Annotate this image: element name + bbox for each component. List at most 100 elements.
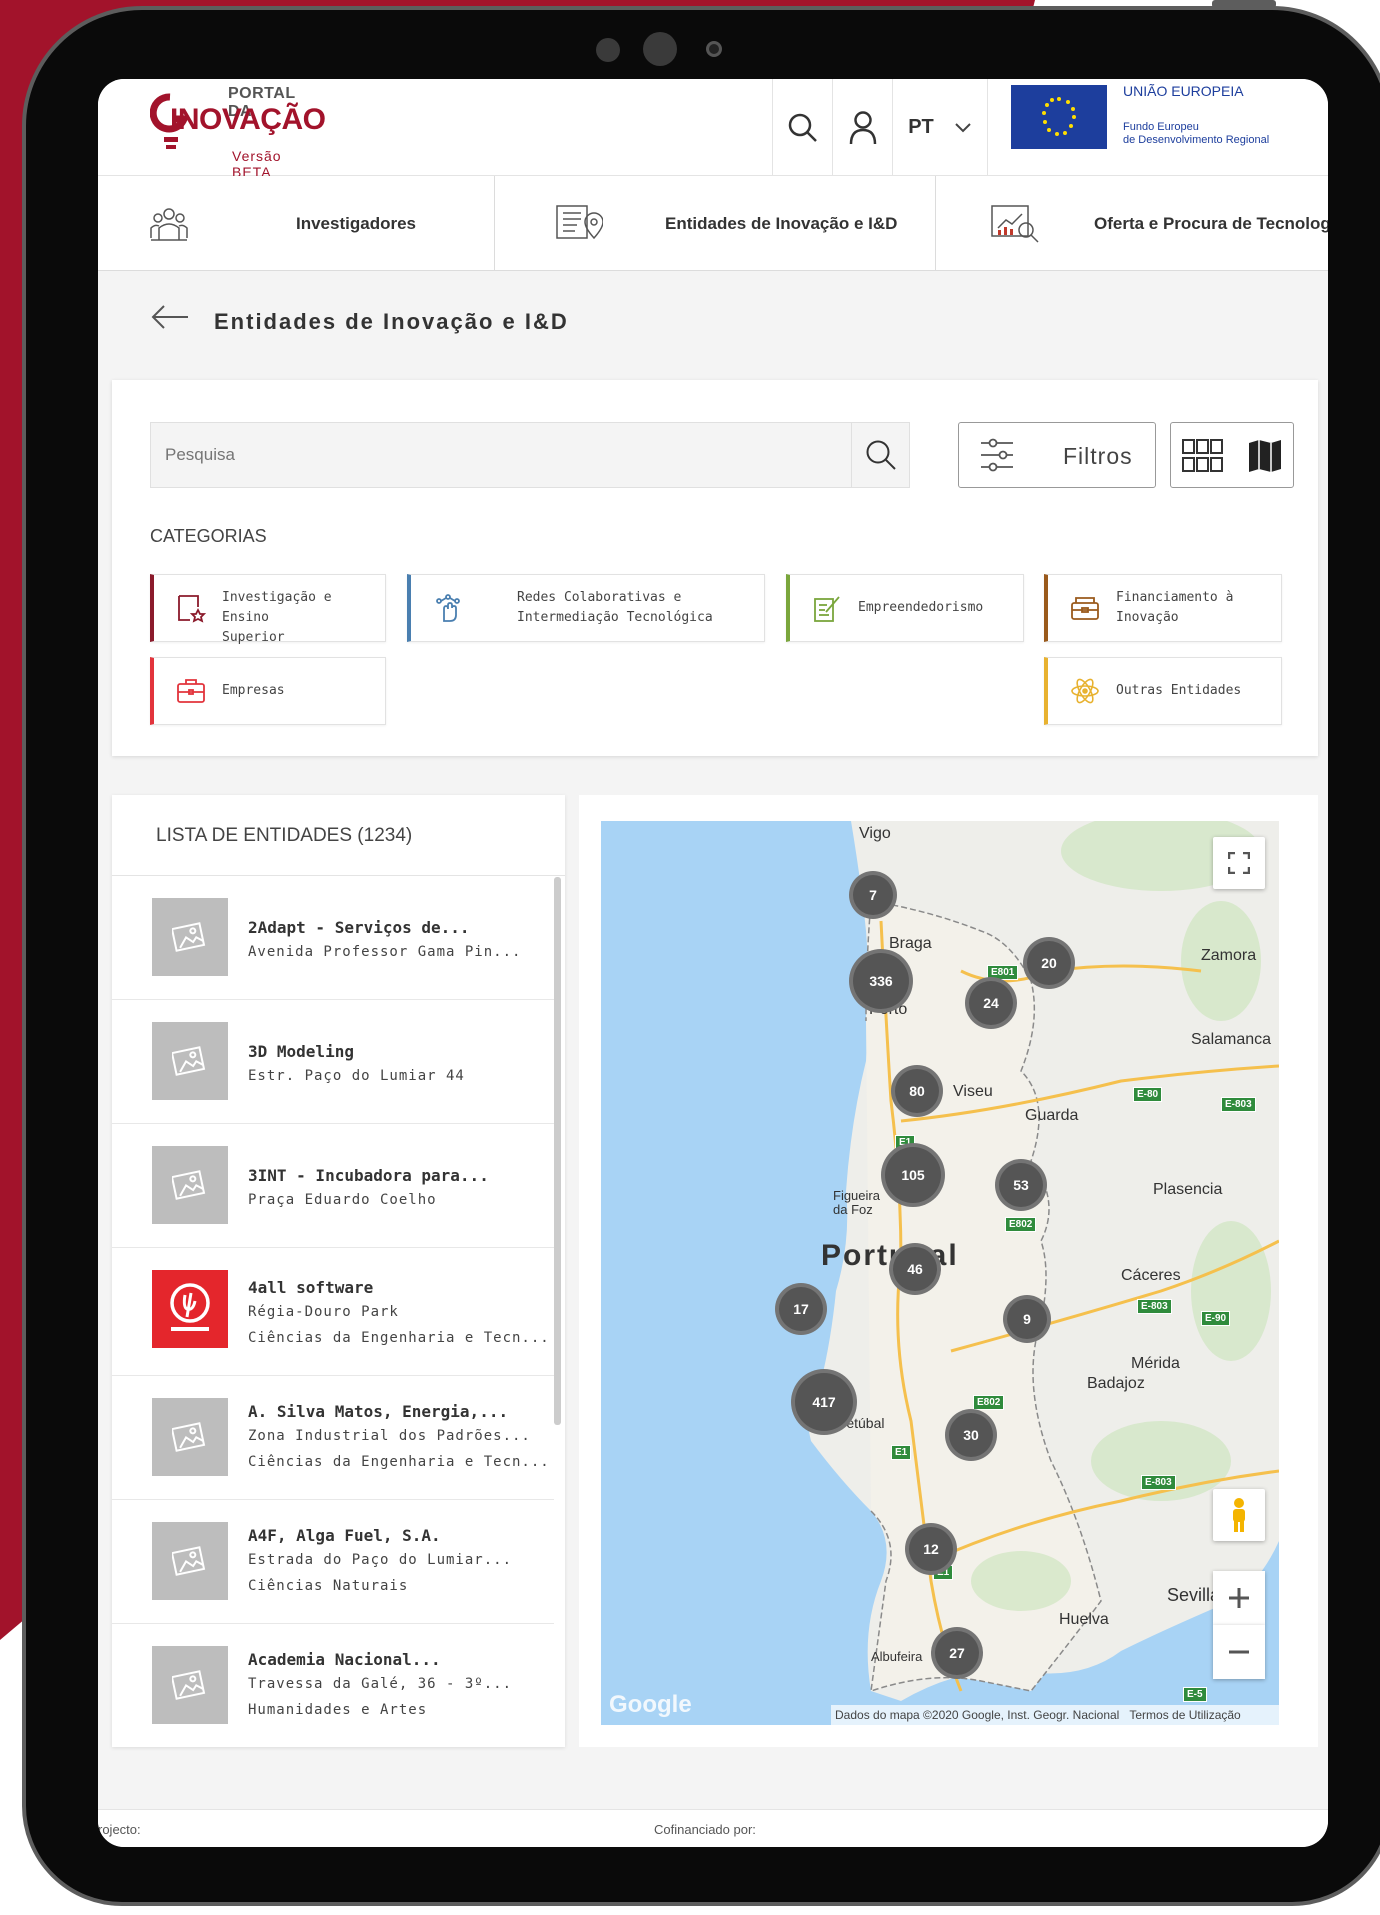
category-label: Outras Entidades [1116,681,1241,701]
map-cluster-marker[interactable]: 12 [905,1523,957,1575]
map-cluster-marker[interactable]: 30 [945,1409,997,1461]
category-financiamento[interactable]: Financiamento à Inovação [1044,574,1282,642]
category-label: Investigação e Ensino Superior [222,588,385,648]
search-icon [788,113,817,142]
category-redes[interactable]: Redes Colaborativas e Intermediação Tecn… [407,574,765,642]
researchers-icon [150,208,188,241]
list-item[interactable]: 4all software Régia-Douro Park Ciências … [112,1248,554,1376]
entity-area: Ciências Naturais [248,1578,409,1594]
view-toggle[interactable] [1170,422,1294,488]
zoom-out-button[interactable] [1213,1625,1265,1679]
search-header-button[interactable] [772,79,832,176]
user-button[interactable] [832,79,892,176]
back-arrow-icon[interactable] [150,303,190,331]
search-input[interactable] [151,423,851,487]
city-label: Huelva [1059,1611,1109,1628]
eu-flag-icon [1011,85,1107,149]
list-item[interactable]: 3D Modeling Estr. Paço do Lumiar 44 [112,1000,554,1124]
entity-address: Estrada do Paço do Lumiar... [248,1552,513,1568]
map-cluster-marker[interactable]: 105 [881,1143,945,1207]
fullscreen-button[interactable] [1213,837,1265,889]
category-label: Financiamento à Inovação [1116,588,1233,628]
tablet-screen: PORTAL DA INOVAÇÃO Versão BETA PT UNIÃO … [98,79,1328,1847]
language-value: PT [908,116,934,138]
category-label-line: Superior [222,630,285,645]
entity-name: Academia Nacional... [248,1650,441,1669]
search-icon [866,440,896,470]
map-cluster-marker[interactable]: 24 [965,977,1017,1029]
map-cluster-marker[interactable]: 46 [889,1243,941,1295]
entity-name: 2Adapt - Serviços de... [248,918,470,937]
list-item[interactable]: A4F, Alga Fuel, S.A. Estrada do Paço do … [112,1500,554,1624]
category-label: Empresas [222,681,285,701]
pegman-icon [1233,1498,1245,1532]
map-cluster-marker[interactable]: 336 [849,949,913,1013]
map-view-icon[interactable] [1247,439,1283,473]
grid-view-icon[interactable] [1181,438,1225,474]
thumbnail [152,1522,228,1600]
road-label: E-803 [1137,1299,1172,1314]
sliders-icon [981,438,1013,472]
map[interactable]: Vigo Braga Porto Zamora Salamanca Viseu … [601,821,1279,1725]
thumbnail [152,898,228,976]
category-empreendedorismo[interactable]: Empreendedorismo [786,574,1024,642]
entity-name: 3INT - Incubadora para... [248,1166,489,1185]
category-empresas[interactable]: Empresas [150,657,386,725]
eu-fund-text: Fundo Europeu de Desenvolvimento Regiona… [1123,121,1269,147]
eu-title: UNIÃO EUROPEIA [1123,83,1244,99]
street-view-button[interactable] [1213,1489,1265,1541]
map-cluster-marker[interactable]: 417 [791,1369,857,1435]
entity-list: LISTA DE ENTIDADES (1234) 2Adapt - Servi… [112,795,565,1747]
list-scrollbar[interactable] [554,877,561,1425]
map-cluster-marker[interactable]: 17 [775,1283,827,1335]
category-outras[interactable]: Outras Entidades [1044,657,1282,725]
entity-address: Estr. Paço do Lumiar 44 [248,1068,465,1084]
entity-address: Avenida Professor Gama Pin... [248,944,522,960]
nav-item-oferta[interactable]: Oferta e Procura de Tecnologia [936,176,1328,271]
filters-label: Filtros [1063,443,1133,469]
road-label: E-80 [1133,1087,1163,1102]
road-label: E-803 [1141,1475,1176,1490]
entity-name: 4all software [248,1278,374,1297]
map-cluster-marker[interactable]: 9 [1003,1295,1051,1343]
map-cluster-marker[interactable]: 7 [849,871,897,919]
wallet-icon [1071,597,1099,620]
chevron-down-icon [955,122,971,132]
category-label-line: Intermediação Tecnológica [517,610,713,625]
search-panel: Filtros CATEGORIAS Investigação e En [112,380,1318,756]
zoom-in-button[interactable] [1213,1571,1265,1625]
list-item[interactable]: 3INT - Incubadora para... Praça Eduardo … [112,1124,554,1248]
entity-area: Humanidades e Artes [248,1702,428,1718]
fullscreen-icon [1228,852,1250,874]
nav-item-investigadores[interactable]: Investigadores [98,176,494,271]
list-item[interactable]: A. Silva Matos, Energia,... Zona Industr… [112,1376,554,1500]
map-credit-text: Dados do mapa ©2020 Google, Inst. Geogr.… [835,1708,1120,1722]
map-cluster-marker[interactable]: 53 [995,1159,1047,1211]
map-terms-link[interactable]: Termos de Utilização [1129,1708,1240,1722]
minus-icon [1229,1650,1249,1654]
list-item[interactable]: 2Adapt - Serviços de... Avenida Professo… [112,876,554,1000]
certificate-icon [178,595,206,623]
category-investigacao[interactable]: Investigação e Ensino Superior [150,574,386,645]
analytics-search-icon [991,205,1039,243]
category-label: Redes Colaborativas e Intermediação Tecn… [517,588,713,628]
map-cluster-marker[interactable]: 20 [1023,937,1075,989]
map-cluster-marker[interactable]: 80 [891,1065,943,1117]
page-title: Entidades de Inovação e I&D [214,309,569,334]
google-logo: Google [609,1691,692,1718]
map-document-icon [556,205,603,240]
city-label: Badajoz [1087,1375,1145,1392]
nav-label: Investigadores [296,214,416,233]
language-select[interactable]: PT [892,79,988,176]
road-label: E-90 [1201,1311,1231,1326]
search-button[interactable] [851,423,909,487]
atom-icon [1071,678,1099,704]
entity-address: Travessa da Galé, 36 - 3º... [248,1676,513,1692]
portal-logo[interactable]: PORTAL DA INOVAÇÃO Versão BETA [150,81,326,180]
list-item[interactable]: Academia Nacional... Travessa da Galé, 3… [112,1624,554,1747]
nav-item-entidades[interactable]: Entidades de Inovação e I&D [495,176,935,271]
thumbnail [152,1022,228,1100]
category-label-line: Empresas [222,683,285,698]
map-cluster-marker[interactable]: 27 [931,1627,983,1679]
filters-button[interactable]: Filtros [958,422,1156,488]
